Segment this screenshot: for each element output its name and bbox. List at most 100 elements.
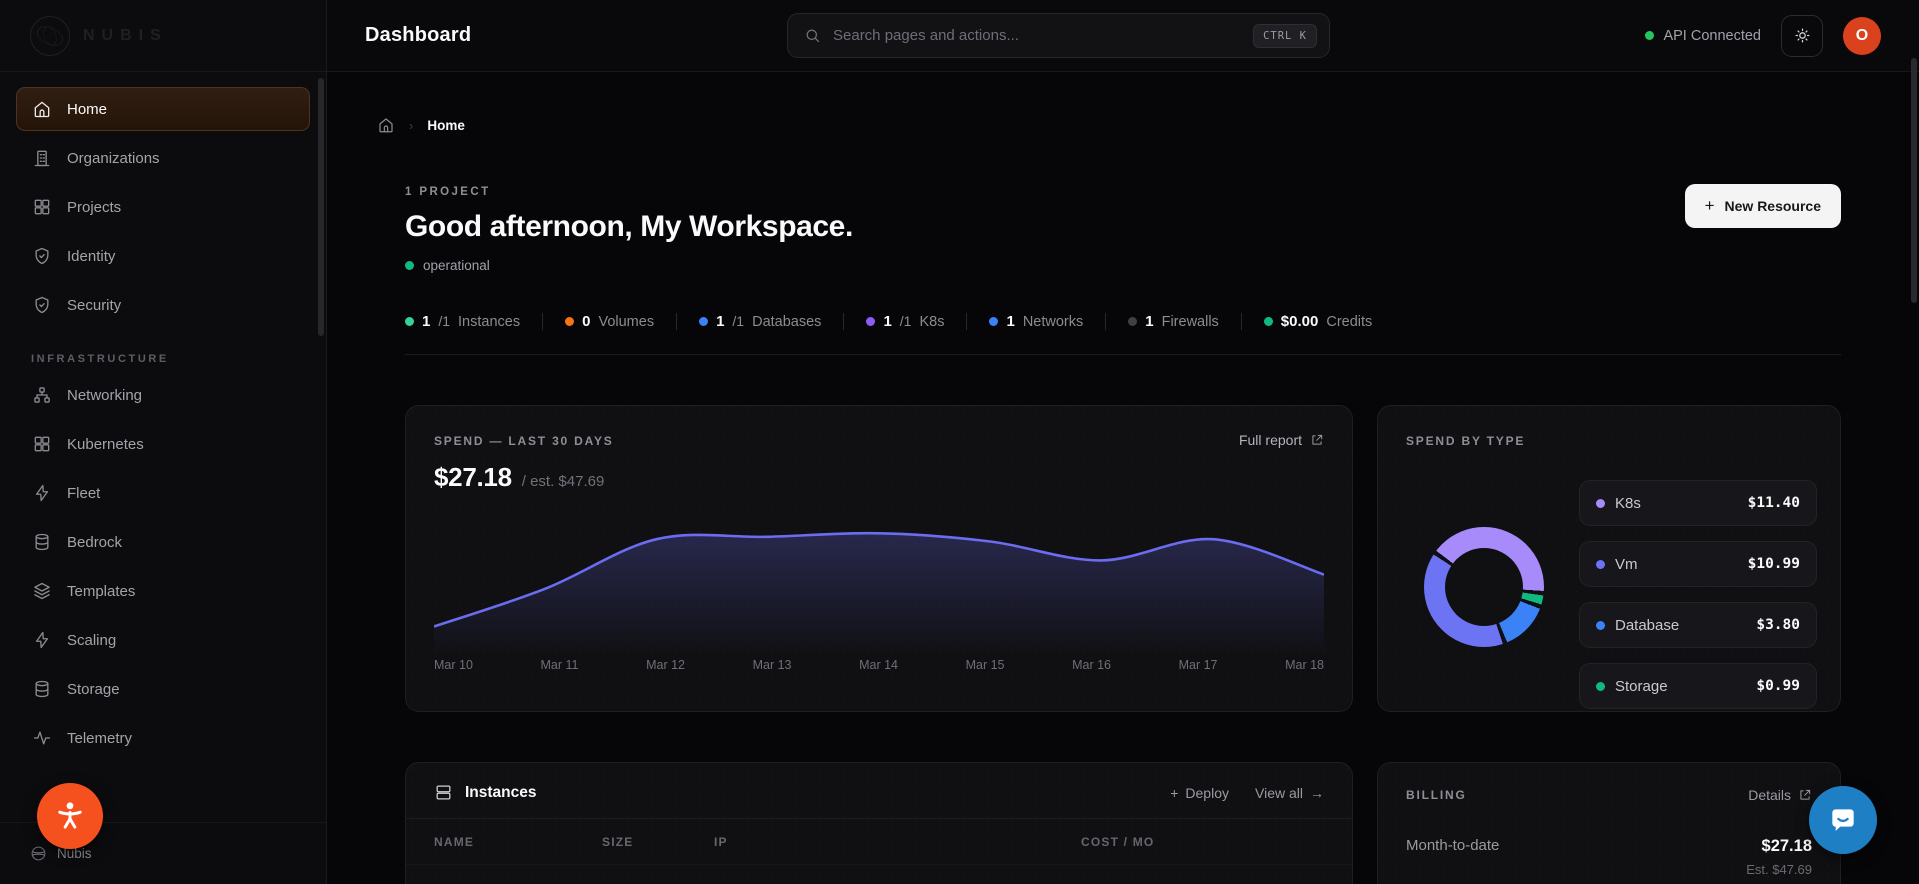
sidebar-item-label: Bedrock: [67, 533, 123, 551]
search-icon: [806, 29, 820, 43]
stat-databases: 1 /1 Databases: [699, 313, 821, 330]
x-axis-label: Mar 10: [434, 658, 473, 672]
accessibility-button[interactable]: [37, 783, 103, 849]
sidebar-item-security[interactable]: Security: [16, 283, 310, 327]
operational-status: operational: [405, 258, 1841, 273]
sidebar-item-organizations[interactable]: Organizations: [16, 136, 310, 180]
legend-row-storage: Storage $0.99: [1579, 663, 1817, 709]
stat-value: 1: [1145, 313, 1154, 330]
chat-button[interactable]: [1809, 786, 1877, 854]
stat-dot: [1263, 317, 1273, 326]
stat-suffix: /1: [732, 313, 745, 329]
legend-dot: [1596, 559, 1605, 569]
sidebar-item-label: Security: [67, 296, 122, 314]
bolt-icon: [35, 484, 49, 502]
deploy-button[interactable]: + Deploy: [1170, 785, 1229, 801]
sidebar-item-networking[interactable]: Networking: [16, 373, 310, 417]
divider: [406, 864, 1352, 865]
sidebar-item-label: Kubernetes: [67, 435, 144, 453]
legend-dot: [1596, 620, 1605, 630]
spend-by-type-title: SPEND BY TYPE: [1406, 434, 1526, 448]
network-icon: [34, 387, 50, 403]
spend-amount-row: $27.18 / est. $47.69: [434, 462, 1324, 493]
home-icon[interactable]: [377, 116, 395, 134]
sidebar-item-kubernetes[interactable]: Kubernetes: [16, 422, 310, 466]
new-resource-label: New Resource: [1724, 198, 1821, 214]
billing-details-link[interactable]: Details: [1748, 787, 1812, 803]
stat-label: Networks: [1022, 314, 1084, 330]
instances-title: Instances: [465, 783, 537, 801]
legend-name: Storage: [1615, 677, 1668, 695]
spend-estimate: / est. $47.69: [521, 473, 605, 490]
full-report-link[interactable]: Full report: [1239, 432, 1324, 448]
stat-label: Credits: [1326, 314, 1373, 330]
sidebar-item-fleet[interactable]: Fleet: [16, 471, 310, 515]
sidebar-item-telemetry[interactable]: Telemetry: [16, 716, 310, 760]
sidebar-item-label: Fleet: [67, 484, 101, 502]
sidebar-section-infrastructure: INFRASTRUCTURE: [31, 353, 169, 365]
new-resource-button[interactable]: + New Resource: [1684, 184, 1841, 228]
x-axis-label: Mar 12: [646, 658, 685, 672]
arrow-right-icon: →: [1310, 784, 1324, 801]
sidebar-item-projects[interactable]: Projects: [16, 185, 310, 229]
stat-firewalls: 1 Firewalls: [1128, 313, 1219, 330]
sidebar-item-storage[interactable]: Storage: [16, 667, 310, 711]
chevron-right-icon: ›: [409, 117, 414, 133]
column-ip: IP: [714, 835, 728, 849]
sidebar-item-bedrock[interactable]: Bedrock: [16, 520, 310, 564]
billing-amount: $27.18: [1761, 837, 1812, 855]
stat-instances: 1 /1 Instances: [405, 313, 520, 330]
home-icon: [34, 101, 50, 118]
search-input[interactable]: [833, 27, 1242, 44]
x-axis-label: Mar 18: [1285, 658, 1324, 672]
spend-card: SPEND — LAST 30 DAYS $27.18 / est. $47.6…: [405, 405, 1353, 712]
sun-icon: [1795, 28, 1809, 43]
sidebar-item-label: Identity: [67, 247, 116, 265]
billing-card: BILLING Details Month-to-date $27.18 Est…: [1377, 762, 1841, 884]
globe-icon: [31, 846, 46, 861]
sidebar-item-label: Storage: [67, 680, 120, 698]
server-icon: [436, 785, 451, 800]
view-all-link[interactable]: View all →: [1255, 785, 1324, 801]
sidebar-item-label: Projects: [67, 198, 122, 216]
sidebar-item-scaling[interactable]: Scaling: [16, 618, 310, 662]
api-status-label: API Connected: [1663, 27, 1761, 44]
cards-row-top: SPEND — LAST 30 DAYS $27.18 / est. $47.6…: [405, 405, 1841, 712]
x-axis-label: Mar 11: [540, 658, 579, 672]
legend-value: $0.99: [1756, 678, 1800, 694]
grid-icon: [34, 436, 50, 452]
x-axis-label: Mar 15: [965, 658, 1005, 672]
stat-value: 1: [422, 313, 431, 330]
x-axis-label: Mar 16: [1072, 658, 1111, 672]
shield-check-icon: [35, 247, 49, 265]
full-report-label: Full report: [1238, 432, 1302, 448]
accessibility-icon: [58, 802, 82, 829]
legend-name: K8s: [1615, 494, 1641, 512]
legend-value: $11.40: [1747, 495, 1800, 511]
billing-header: BILLING Details: [1406, 787, 1812, 803]
legend-row-database: Database $3.80: [1579, 602, 1817, 648]
legend-row-vm: Vm $10.99: [1579, 541, 1817, 587]
chat-icon: [1832, 809, 1854, 831]
breadcrumb-current[interactable]: Home: [427, 118, 465, 133]
sidebar-item-templates[interactable]: Templates: [16, 569, 310, 613]
sidebar-item-label: Networking: [67, 386, 143, 404]
user-avatar[interactable]: O: [1843, 16, 1881, 55]
column-size: SIZE: [602, 835, 634, 849]
stat-dot: [405, 317, 414, 326]
search-box[interactable]: CTRL K: [787, 13, 1330, 58]
sidebar-item-home[interactable]: Home: [16, 87, 310, 131]
sidebar-item-identity[interactable]: Identity: [16, 234, 310, 278]
theme-toggle-button[interactable]: [1781, 14, 1823, 57]
shield-check-icon: [35, 296, 49, 314]
stat-k8s: 1 /1 K8s: [866, 313, 944, 330]
instances-card: Instances + Deploy View all → NAME SIZE …: [405, 762, 1353, 884]
x-axis-label: Mar 14: [859, 658, 898, 672]
stat-divider: [676, 313, 678, 330]
page-scrollbar-thumb[interactable]: [1911, 58, 1917, 303]
project-count-label: 1 PROJECT: [405, 186, 491, 198]
external-link-icon: [1312, 434, 1323, 445]
stat-value: 0: [582, 313, 591, 330]
grid-icon: [34, 199, 50, 215]
sidebar-scrollbar-thumb[interactable]: [318, 78, 324, 336]
